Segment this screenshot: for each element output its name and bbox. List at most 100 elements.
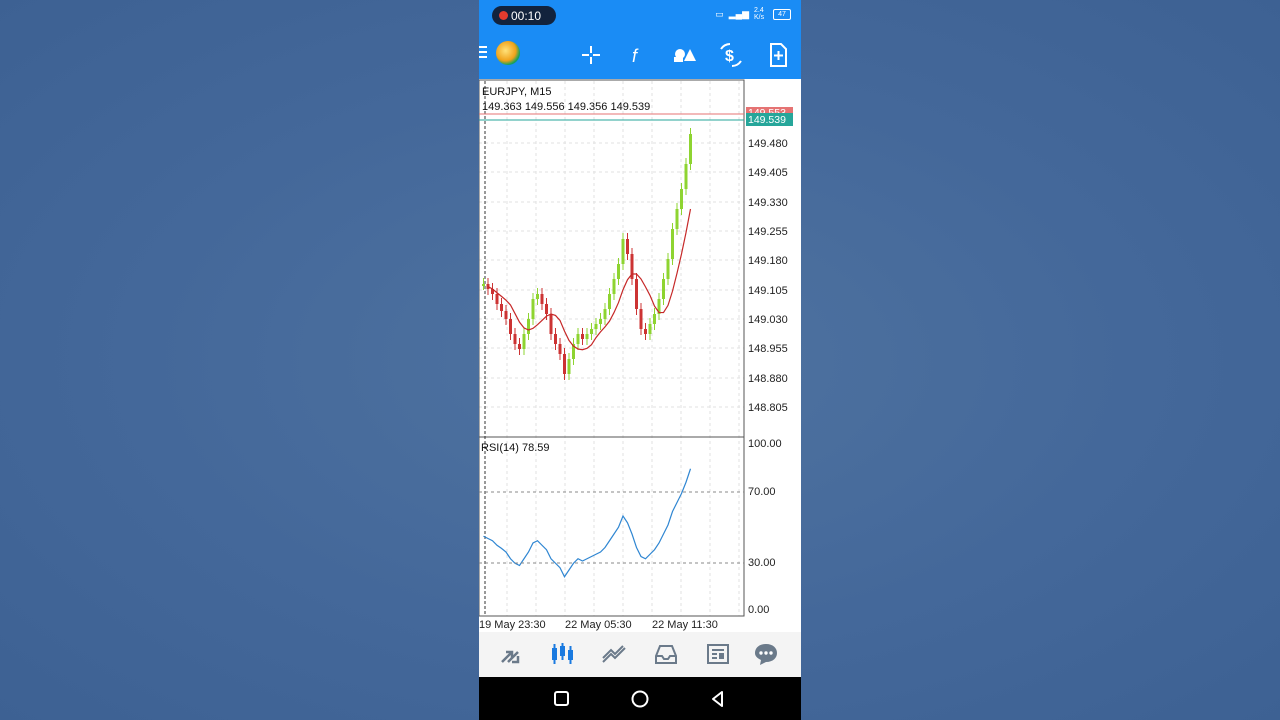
signal-icon: ▂▄▆	[728, 8, 749, 19]
candle-body	[617, 264, 620, 279]
rsi-chart-border	[479, 436, 745, 617]
time-scale: 19 May 23:30 22 May 05:30 22 May 11:30	[479, 619, 718, 631]
candle-body	[581, 334, 584, 339]
trade-dollar-icon[interactable]: $	[717, 41, 745, 69]
candle-body	[482, 284, 485, 286]
record-time: 00:10	[511, 9, 542, 23]
main-chart-border	[479, 79, 745, 438]
price-chart[interactable]: EURJPY, M15 149.363 149.556 149.356 149.…	[479, 79, 801, 632]
candle-body	[513, 334, 517, 344]
quotes-icon[interactable]	[496, 640, 526, 668]
candle-body	[608, 294, 611, 309]
candle-body	[666, 259, 670, 279]
candle-body	[662, 279, 665, 299]
trade-icon[interactable]	[599, 640, 629, 668]
candle-body	[639, 309, 643, 329]
menu-icon[interactable]	[479, 46, 487, 60]
candle-body	[536, 294, 539, 299]
phone-screen: 00:10 ▭ ▂▄▆ 2.4 K/s 47 f $ EURJPY, M15 1…	[479, 0, 801, 720]
price-label: 149.180	[748, 255, 788, 267]
battery-icon: 47	[773, 8, 791, 20]
crosshair-icon[interactable]	[577, 41, 605, 69]
new-document-icon[interactable]	[764, 41, 792, 69]
rsi-level-label: 100.00	[748, 438, 782, 450]
candle-body	[567, 359, 571, 374]
indicators-f-icon[interactable]: f	[623, 41, 651, 69]
candle-body	[680, 189, 683, 209]
price-label: 149.255	[748, 226, 788, 238]
candle-body	[545, 304, 548, 314]
candle-body	[495, 294, 499, 304]
price-label: 149.405	[748, 167, 788, 179]
price-label: 149.330	[748, 197, 788, 209]
time-label: 22 May 11:30	[652, 619, 718, 631]
candle-body	[563, 354, 566, 374]
rsi-scale: 100.00 70.00 30.00 0.00	[748, 438, 782, 616]
candle-body	[626, 239, 629, 254]
charts-icon[interactable]	[547, 640, 577, 668]
candle-body	[527, 319, 530, 334]
rsi-level-label: 30.00	[748, 557, 776, 569]
candle-body	[576, 334, 580, 344]
candle-body	[590, 329, 593, 334]
recents-square-icon[interactable]	[552, 689, 572, 709]
bottom-tab-bar	[479, 632, 801, 677]
candle-body	[644, 329, 647, 334]
candle-body	[540, 294, 544, 304]
candle-body	[675, 209, 679, 229]
price-label: 148.955	[748, 343, 788, 355]
price-label: 148.880	[748, 373, 788, 385]
candle-body	[684, 164, 688, 189]
candle-body	[612, 279, 616, 294]
rsi-level-label: 0.00	[748, 604, 769, 616]
candle-body	[522, 334, 526, 349]
cast-icon: ▭	[715, 8, 724, 19]
system-nav-bar	[479, 677, 801, 720]
candle-body	[599, 319, 602, 324]
price-label: 149.480	[748, 138, 788, 150]
candle-body	[621, 239, 625, 264]
ohlc-values: 149.363 149.556 149.356 149.539	[482, 101, 650, 113]
moving-average-line	[487, 208, 692, 351]
price-label: 149.105	[748, 285, 788, 297]
network-speed: 2.4 K/s	[754, 7, 765, 21]
status-bar: 00:10 ▭ ▂▄▆ 2.4 K/s 47	[479, 0, 801, 31]
svg-text:$: $	[725, 48, 734, 65]
record-dot-icon	[499, 11, 508, 20]
candle-body	[558, 344, 562, 354]
back-triangle-icon[interactable]	[708, 689, 728, 709]
candle-body	[671, 229, 674, 259]
candle-body	[549, 314, 553, 334]
messages-icon[interactable]	[751, 640, 781, 668]
candle-body	[594, 324, 598, 329]
candle-body	[509, 319, 512, 334]
rsi-label: RSI(14) 78.59	[481, 442, 549, 454]
objects-icon[interactable]	[670, 41, 698, 69]
symbol-timeframe: EURJPY, M15	[482, 86, 552, 98]
svg-text:f: f	[632, 46, 639, 66]
app-logo-icon	[496, 41, 520, 65]
candle-body	[635, 279, 638, 309]
candles	[482, 128, 692, 380]
chart-area[interactable]: EURJPY, M15 149.363 149.556 149.356 149.…	[479, 79, 801, 632]
candle-body	[648, 324, 652, 334]
price-label: 149.030	[748, 314, 788, 326]
candle-body	[603, 309, 607, 319]
candle-body	[653, 314, 656, 324]
time-label: 19 May 23:30	[479, 619, 546, 631]
screen-record-pill[interactable]: 00:10	[492, 6, 556, 25]
news-icon[interactable]	[703, 640, 733, 668]
ask-price-text: 149.539	[748, 114, 786, 126]
candle-body	[585, 334, 589, 339]
price-scale: 149.480 149.405 149.330 149.255 149.180 …	[748, 138, 788, 414]
candle-body	[554, 334, 557, 344]
home-circle-icon[interactable]	[630, 689, 650, 709]
status-icons: ▭ ▂▄▆ 2.4 K/s 47	[715, 7, 791, 21]
price-label: 148.805	[748, 402, 788, 414]
rsi-line	[483, 468, 692, 578]
candle-body	[500, 304, 503, 311]
rsi-level-label: 70.00	[748, 486, 776, 498]
candle-body	[504, 311, 508, 319]
candle-body	[689, 134, 692, 164]
history-icon[interactable]	[651, 640, 681, 668]
